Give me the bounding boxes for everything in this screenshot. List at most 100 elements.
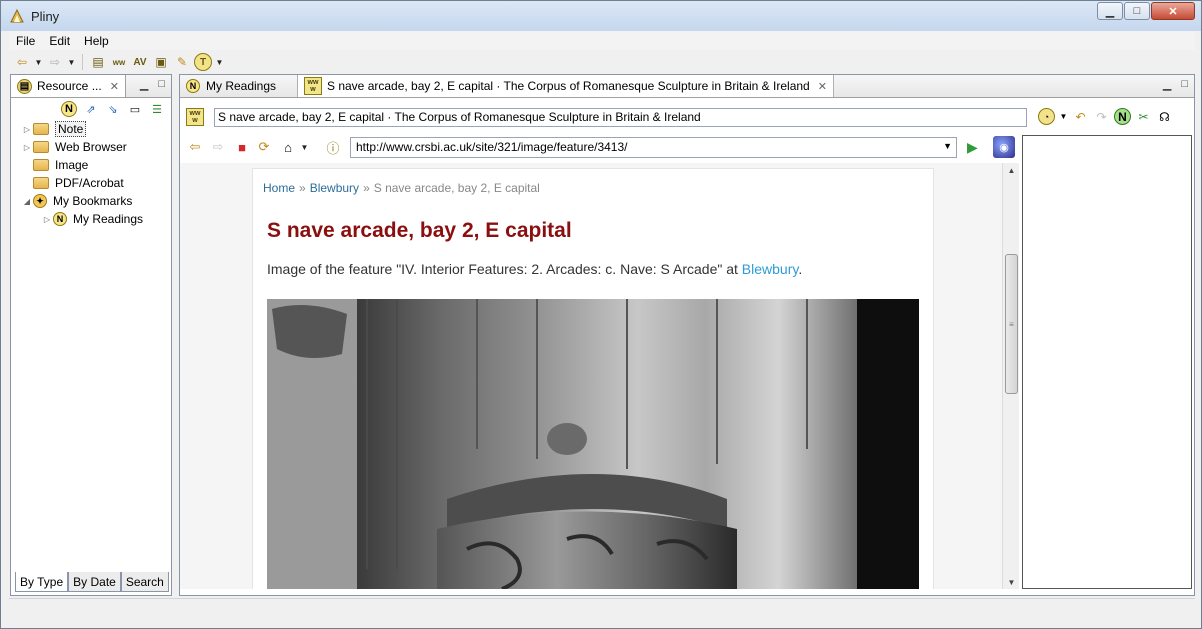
menu-file[interactable]: File (9, 34, 42, 48)
url-dropdown-icon[interactable]: ▼ (943, 141, 952, 151)
window-title: Pliny (31, 9, 60, 24)
redo-link-icon[interactable]: ↷ (1093, 108, 1110, 125)
link-icon[interactable]: ✎ (173, 53, 191, 71)
tree-item-my-readings[interactable]: ▷ N My Readings (21, 210, 171, 228)
tree-item-label: Web Browser (55, 140, 127, 154)
expand-icon[interactable]: ▷ (21, 143, 33, 152)
capital-photo (267, 299, 919, 589)
web-resource-icon: ww w (186, 108, 204, 126)
tab-by-type[interactable]: By Type (15, 572, 69, 592)
vertical-scrollbar[interactable]: ▲ ≡ ▼ (1002, 163, 1019, 589)
maximize-view-icon[interactable]: □ (1181, 78, 1188, 91)
reference-dropdown-icon[interactable]: ▼ (1059, 108, 1068, 125)
scroll-up-icon[interactable]: ▲ (1003, 163, 1020, 177)
tree-item-pdf-acrobat[interactable]: PDF/Acrobat (21, 174, 171, 192)
close-tab-icon[interactable]: ✕ (818, 80, 827, 93)
tab-my-readings[interactable]: N My Readings (180, 75, 298, 97)
resource-icon[interactable]: ▤ (89, 53, 107, 71)
resource-title-row: ww w S nave arcade, bay 2, E capital · Th… (180, 106, 1194, 128)
annotation-tool-icon[interactable]: ☊ (1156, 108, 1173, 125)
page-description: Image of the feature "IV. Interior Featu… (267, 261, 802, 277)
export-icon[interactable]: ⇗ (83, 101, 99, 117)
back-arrow-icon[interactable]: ⇦ (13, 53, 31, 71)
tab-label: My Readings (206, 79, 277, 93)
maximize-button[interactable]: □ (1124, 2, 1150, 20)
description-text: Image of the feature "IV. Interior Featu… (267, 261, 742, 277)
menu-edit[interactable]: Edit (42, 34, 77, 48)
expand-icon[interactable]: ▷ (21, 125, 33, 134)
close-tab-icon[interactable]: ✕ (110, 80, 119, 93)
breadcrumb-home-link[interactable]: Home (263, 181, 295, 195)
add-note-icon[interactable]: N (1114, 108, 1131, 125)
link-tool-icon[interactable]: ✂ (1135, 108, 1152, 125)
back-dropdown-icon[interactable]: ▼ (34, 58, 43, 67)
minimize-view-icon[interactable]: ▁ (1163, 78, 1171, 91)
scroll-thumb[interactable]: ≡ (1005, 254, 1018, 394)
tree-item-label: My Bookmarks (53, 194, 133, 208)
minimize-button[interactable]: ▁ (1097, 2, 1123, 20)
resource-tree: ▷ Note ▷ Web Browser Image PDF/Acrobat ◢ (11, 120, 171, 228)
view-mode-tabs: By Type By Date Search (15, 572, 169, 592)
type-dropdown-icon[interactable]: ▼ (215, 58, 224, 67)
resource-title-field[interactable]: S nave arcade, bay 2, E capital · The Co… (214, 108, 1027, 127)
site-link[interactable]: Blewbury (742, 261, 799, 277)
window-icon[interactable]: ▣ (152, 53, 170, 71)
tab-resource-label: Resource ... (37, 79, 102, 93)
view-menu-icon[interactable]: ▭ (127, 101, 143, 117)
maximize-view-icon[interactable]: □ (158, 78, 165, 91)
info-icon[interactable]: ⓘ (323, 138, 343, 156)
minimize-view-icon[interactable]: ▁ (140, 78, 148, 91)
tree-item-note[interactable]: ▷ Note (21, 120, 171, 138)
forward-arrow-icon[interactable]: ⇨ (46, 53, 64, 71)
home-dropdown-icon[interactable]: ▼ (300, 143, 309, 152)
annotation-side-pane[interactable] (1022, 135, 1192, 589)
import-icon[interactable]: ⇘ (105, 101, 121, 117)
annotation-view-icon[interactable]: AV (131, 53, 149, 71)
resource-explorer-panel: ▤ Resource ... ✕ ▁ □ N ⇗ ⇘ ▭ ☰ ▷ Note ▷ (10, 74, 172, 596)
tree-item-my-bookmarks[interactable]: ◢ ✦ My Bookmarks (21, 192, 171, 210)
url-field[interactable]: http://www.crsbi.ac.uk/site/321/image/fe… (350, 137, 957, 158)
tab-resource-explorer[interactable]: ▤ Resource ... ✕ (11, 75, 126, 97)
expand-icon[interactable]: ▷ (41, 215, 53, 224)
status-bar (9, 598, 1195, 622)
editor-panel: N My Readings ww w S nave arcade, bay 2, … (179, 74, 1195, 596)
collapse-icon[interactable]: ◢ (21, 197, 33, 206)
browser-back-icon[interactable]: ⇦ (185, 138, 205, 156)
undo-link-icon[interactable]: ↶ (1072, 108, 1089, 125)
browser-nav-bar: ⇦ ⇨ ■ ⟳ ⌂ ▼ ⓘ http://www.crsbi.ac.uk/sit… (180, 135, 1020, 159)
refresh-icon[interactable]: ⟳ (254, 138, 274, 156)
close-button[interactable]: ✕ (1151, 2, 1195, 20)
go-icon[interactable]: ▶ (967, 139, 978, 156)
tab-web-page[interactable]: ww w S nave arcade, bay 2, E capital · Th… (298, 75, 834, 97)
note-n-icon: N (53, 212, 67, 226)
web-resource-icon[interactable]: ww (110, 53, 128, 71)
resource-toolbar: N ⇗ ⇘ ▭ ☰ (11, 98, 171, 120)
breadcrumb: Home» Blewbury» S nave arcade, bay 2, E ca… (263, 181, 540, 195)
browser-globe-icon[interactable]: ◉ (993, 136, 1015, 158)
tab-by-date[interactable]: By Date (68, 572, 121, 592)
new-note-icon[interactable]: N (61, 101, 77, 117)
tab-label: S nave arcade, bay 2, E capital · The Co… (327, 79, 810, 93)
tree-item-web-browser[interactable]: ▷ Web Browser (21, 138, 171, 156)
type-icon[interactable]: T (194, 53, 212, 71)
note-n-icon: N (186, 79, 200, 93)
stop-icon[interactable]: ■ (232, 138, 252, 156)
tree-item-label: My Readings (73, 212, 144, 226)
url-text: http://www.crsbi.ac.uk/site/321/image/fe… (356, 140, 628, 154)
list-icon[interactable]: ☰ (149, 101, 165, 117)
web-content-area: Home» Blewbury» S nave arcade, bay 2, E ca… (180, 163, 1006, 589)
tab-search[interactable]: Search (120, 572, 169, 592)
reference-icon[interactable]: ◔ (1038, 108, 1055, 125)
breadcrumb-site-link[interactable]: Blewbury (310, 181, 359, 195)
menu-bar: File Edit Help (9, 31, 1195, 50)
menu-help[interactable]: Help (77, 34, 116, 48)
tree-item-image[interactable]: Image (21, 156, 171, 174)
toolbar-separator (82, 54, 83, 70)
pliny-logo-icon (10, 8, 24, 23)
page-heading: S nave arcade, bay 2, E capital (267, 219, 572, 242)
tree-item-label: Image (55, 158, 89, 172)
forward-dropdown-icon[interactable]: ▼ (67, 58, 76, 67)
home-icon[interactable]: ⌂ (278, 138, 298, 156)
browser-forward-icon[interactable]: ⇨ (208, 138, 228, 156)
scroll-down-icon[interactable]: ▼ (1003, 575, 1020, 589)
